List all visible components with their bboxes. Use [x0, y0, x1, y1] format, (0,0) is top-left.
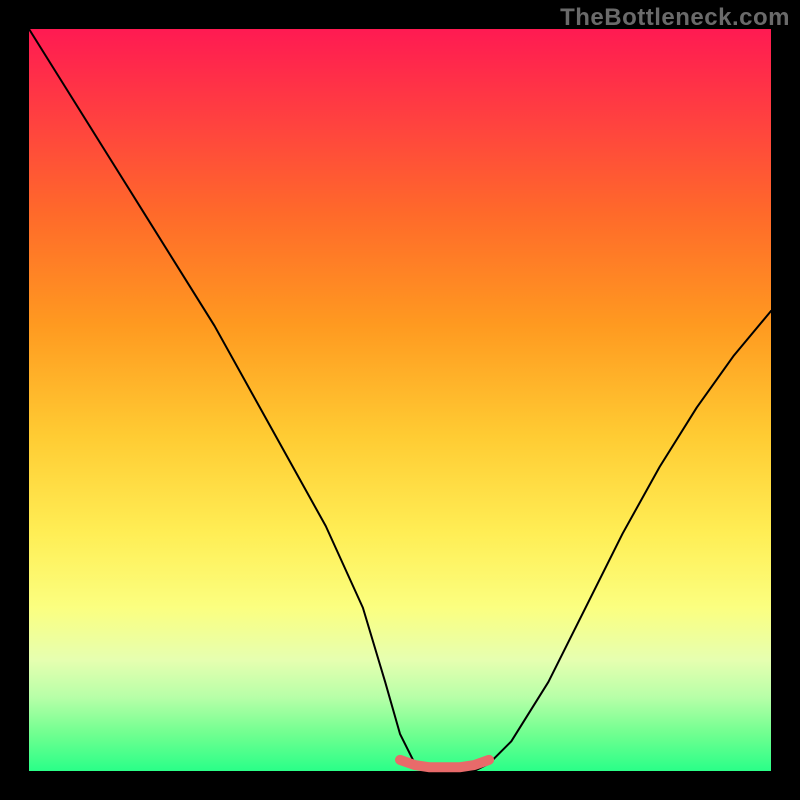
watermark-text: TheBottleneck.com [560, 4, 790, 32]
bottleneck-curve [29, 29, 771, 771]
chart-frame: TheBottleneck.com [0, 0, 800, 800]
valley-marker [400, 760, 489, 767]
chart-svg [29, 29, 771, 771]
